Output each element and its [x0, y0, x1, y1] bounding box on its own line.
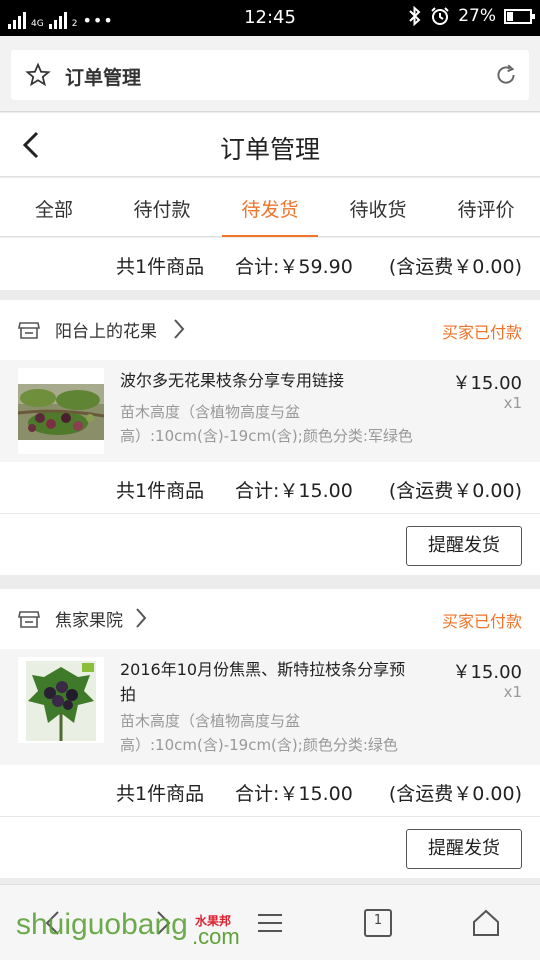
- product-name: 波尔多无花果枝条分享专用链接: [120, 371, 345, 390]
- product-row[interactable]: 波尔多无花果枝条分享专用链接 苗木高度（含植物高度与盆高）:10cm(含)-19…: [0, 360, 540, 462]
- product-image: [17, 368, 105, 454]
- store-icon: [18, 322, 40, 339]
- battery-icon: [504, 8, 535, 24]
- section-gap: [0, 290, 540, 300]
- battery-percent: 27%: [458, 6, 496, 26]
- tabs-icon[interactable]: 1: [362, 907, 394, 939]
- status-bar: 4G 2 ••• 12:45 27%: [0, 0, 540, 36]
- item-count: 共1件商品: [116, 256, 205, 278]
- shipping-fee: (含运费￥0.00): [388, 256, 522, 278]
- watermark-text: shuiguobang: [16, 908, 188, 941]
- page-header: 订单管理: [0, 113, 540, 177]
- shipping-fee: (含运费￥0.00): [388, 480, 522, 502]
- tab-pending-shipment[interactable]: 待发货: [216, 178, 324, 237]
- product-qty: x1: [503, 683, 522, 701]
- tab-pending-payment[interactable]: 待付款: [108, 178, 216, 236]
- fig-leaf-image: [26, 661, 96, 741]
- order-actions: 提醒发货: [0, 513, 540, 575]
- item-count: 共1件商品: [116, 480, 205, 502]
- watermark-suffix: .com: [192, 924, 240, 949]
- product-price: ￥15.00: [452, 373, 522, 394]
- battery-level: [507, 11, 513, 21]
- product-price: ￥15.00: [452, 662, 522, 683]
- summary-row: 共1件商品 合计:￥15.00 (含运费￥0.00): [0, 462, 540, 514]
- section-gap: [0, 577, 540, 589]
- tab-pending-review[interactable]: 待评价: [432, 178, 540, 236]
- tab-pending-receipt[interactable]: 待收货: [324, 178, 432, 236]
- alarm-icon: [431, 7, 449, 25]
- remind-shipment-button[interactable]: 提醒发货: [406, 526, 522, 566]
- store-name: 焦家果院: [55, 611, 123, 631]
- product-image: [18, 657, 104, 743]
- order-total: 合计:￥59.90: [235, 256, 353, 278]
- order-status: 买家已付款: [441, 612, 522, 631]
- menu-icon[interactable]: [254, 907, 286, 939]
- browser-bar: 订单管理: [0, 36, 540, 112]
- order-status: 买家已付款: [441, 323, 522, 342]
- summary-row-top: 共1件商品 合计:￥59.90 (含运费￥0.00): [0, 238, 540, 290]
- item-count: 共1件商品: [116, 783, 205, 805]
- order-total: 合计:￥15.00: [235, 480, 353, 502]
- tab-count: 1: [373, 913, 383, 928]
- reload-icon[interactable]: [493, 62, 519, 88]
- status-right: 27%: [408, 6, 535, 26]
- summary-row: 共1件商品 合计:￥15.00 (含运费￥0.00): [0, 765, 540, 817]
- order-tabs: 全部 待付款 待发货 待收货 待评价: [0, 178, 540, 237]
- store-icon: [18, 611, 40, 628]
- store-header[interactable]: 焦家果院 买家已付款: [0, 589, 540, 649]
- product-qty: x1: [503, 394, 522, 412]
- product-spec: 苗木高度（含植物高度与盆高）:10cm(含)-19cm(含);颜色分类:绿色: [120, 712, 398, 754]
- store-header[interactable]: 阳台上的花果 买家已付款: [0, 300, 540, 360]
- chevron-right-icon: [174, 319, 185, 339]
- order-actions: 提醒发货: [0, 816, 540, 878]
- tab-all[interactable]: 全部: [0, 178, 108, 236]
- order-total: 合计:￥15.00: [235, 783, 353, 805]
- product-spec: 苗木高度（含植物高度与盆高）:10cm(含)-19cm(含);颜色分类:军绿色: [120, 403, 413, 445]
- star-icon[interactable]: [25, 62, 51, 88]
- bluetooth-icon: [409, 6, 421, 26]
- chevron-right-icon: [136, 608, 147, 628]
- store-name: 阳台上的花果: [55, 322, 157, 342]
- product-name: 2016年10月份焦黑、斯特拉枝条分享预拍: [120, 660, 406, 704]
- address-bar[interactable]: 订单管理: [11, 50, 529, 100]
- address-bar-title: 订单管理: [65, 67, 142, 89]
- shipping-fee: (含运费￥0.00): [388, 783, 522, 805]
- home-icon[interactable]: [470, 907, 502, 939]
- fig-branch-image: [17, 384, 105, 440]
- product-row[interactable]: 2016年10月份焦黑、斯特拉枝条分享预拍 苗木高度（含植物高度与盆高）:10c…: [0, 649, 540, 765]
- page-title: 订单管理: [219, 135, 320, 164]
- remind-shipment-button[interactable]: 提醒发货: [406, 829, 522, 869]
